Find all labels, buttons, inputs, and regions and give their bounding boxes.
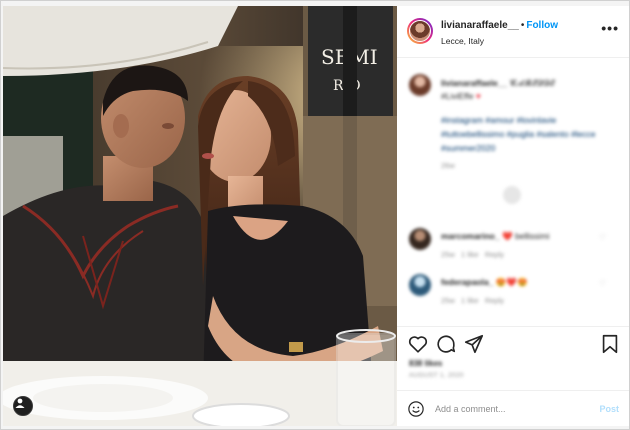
commenter-avatar[interactable] [409,228,431,250]
caption-username[interactable]: livianaraffaele__ [441,78,507,88]
comment-username[interactable]: federapaola_ [441,277,493,287]
post-date: AUGUST 1, 2020 [409,372,464,379]
send-icon[interactable] [463,333,485,355]
caption-text: 𝓒𝓐𝓡𝓔𝓓𝓓𝓔 [509,78,555,88]
instagram-post-viewer: SEMI RIO [0,0,630,430]
comments-section[interactable]: livianaraffaele__ 𝓒𝓐𝓡𝓔𝓓𝓓𝓔 #LiviEffe ♥ #i… [397,58,629,326]
commenter-avatar[interactable] [409,274,431,296]
caption-line2-text: #LiviEffe [441,91,474,101]
post-details-panel: livianaraffaele__ • Follow Lecce, Italy ••… [397,6,629,426]
loading-spinner-icon [503,186,521,204]
post-actions: 838 likes AUGUST 1, 2020 [397,326,629,380]
comment-meta: 25w 1 like Reply [441,250,504,259]
post-location[interactable]: Lecce, Italy [441,36,484,46]
comment-emoji: ❤️ [501,231,513,241]
add-comment-bar: Add a comment... Post [397,390,629,426]
caption-line-1: livianaraffaele__ 𝓒𝓐𝓡𝓔𝓓𝓓𝓔 [441,78,554,89]
post-header: livianaraffaele__ • Follow Lecce, Italy ••… [397,6,629,58]
comment-reply-button[interactable]: Reply [485,250,504,259]
follow-button[interactable]: Follow [526,20,558,31]
post-comment-button[interactable]: Post [599,404,619,414]
comment-username[interactable]: marcomarino_ [441,231,500,241]
heart-icon[interactable] [407,333,429,355]
comment-likes[interactable]: 1 like [461,296,479,305]
comment-icon[interactable] [435,333,457,355]
post-photo[interactable]: SEMI RIO [3,6,397,426]
emoji-icon[interactable] [407,400,425,418]
post-author: livianaraffaele__ • Follow [441,20,558,31]
caption-hashtags[interactable]: #instagram #amour #lovinlavie #tuttoebel… [441,113,621,155]
profile-avatar[interactable] [407,18,433,44]
comment-like-heart-icon[interactable]: ♡ [599,279,606,288]
comment-input[interactable]: Add a comment... [435,404,506,414]
author-username[interactable]: livianaraffaele__ [441,20,519,31]
comment-time: 25w [441,296,455,305]
comment-like-heart-icon[interactable]: ♡ [599,233,606,242]
comment-body: marcomarino_ ❤️ bellissimi [441,231,549,242]
caption-avatar[interactable] [409,74,431,96]
photo-illustration: SEMI RIO [3,6,397,426]
comment-text: bellissimi [514,231,550,241]
comment-body: federapaola_ 😍❤️😍 [441,277,528,288]
caption-line-2: #LiviEffe ♥ [441,91,481,101]
comment-likes[interactable]: 1 like [461,250,479,259]
comment-time: 25w [441,250,455,259]
caption-time: 26w [441,161,455,170]
comment-emoji: 😍❤️😍 [495,277,528,287]
likes-count[interactable]: 838 likes [409,359,442,368]
tagged-user-icon[interactable] [13,396,33,416]
bookmark-icon[interactable] [599,333,621,355]
header-separator: • [520,20,525,31]
more-horizontal-icon[interactable]: ••• [601,21,619,35]
comment-meta: 25w 1 like Reply [441,296,504,305]
comment-reply-button[interactable]: Reply [485,296,504,305]
caption-heart-emoji: ♥ [475,91,481,101]
